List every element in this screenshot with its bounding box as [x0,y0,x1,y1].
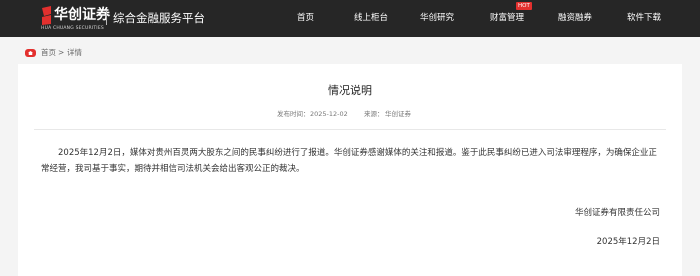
nav-item-margin-trading[interactable]: 融资融券 [558,12,592,24]
nav-item-online-counter[interactable]: 线上柜台 [354,12,388,24]
top-navigation-bar: 华创证券 HUA CHUANG SECURITIES 综合金融服务平台 首页 线… [0,0,700,37]
logo-text: 华创证券 [54,7,110,23]
title-divider [34,129,666,130]
nav-item-software-download[interactable]: 软件下载 [627,12,661,24]
header-divider [106,11,107,25]
logo-english-text: HUA CHUANG SECURITIES [41,26,104,31]
hot-badge: HOT [516,2,532,10]
nav-item-research[interactable]: 华创研究 [420,12,454,24]
breadcrumb-home[interactable]: 首页 [41,48,56,58]
signature-date: 2025年12月2日 [596,237,660,247]
logo-mark-icon [42,6,51,25]
breadcrumb-separator: > [58,48,65,57]
article-paragraph: 2025年12月2日，媒体对贵州百灵两大股东之间的民事纠纷进行了报道。华创证券感… [41,148,657,174]
company-logo[interactable]: 华创证券 HUA CHUANG SECURITIES [41,6,110,32]
publish-date: 2025-12-02 [310,110,348,118]
home-icon[interactable] [25,49,36,57]
breadcrumb-current: 详情 [67,48,82,57]
site-slogan: 综合金融服务平台 [113,11,205,25]
signature-company: 华创证券有限责任公司 [574,208,660,218]
nav-item-wealth-management[interactable]: 财富管理 [490,12,524,24]
source-name: 华创证券 [385,110,411,118]
article-title: 情况说明 [328,84,372,97]
nav-item-home[interactable]: 首页 [297,12,314,24]
publish-label: 发布时间： [277,110,310,118]
source-label: 来源： [364,110,384,118]
